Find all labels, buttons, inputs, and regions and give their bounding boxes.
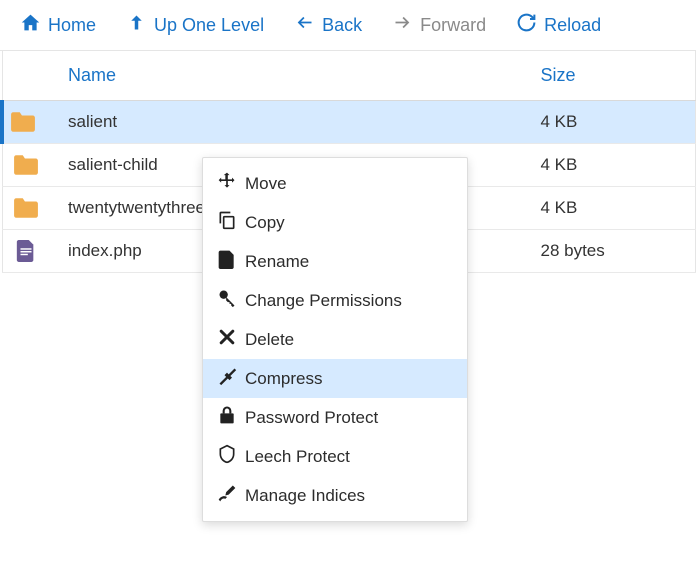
menu-item-copy[interactable]: Copy	[203, 203, 467, 242]
table-row[interactable]: salient4 KB	[2, 101, 696, 144]
file-icon	[2, 230, 58, 273]
menu-item-label: Manage Indices	[245, 486, 365, 506]
menu-item-label: Change Permissions	[245, 291, 402, 311]
folder-icon	[2, 187, 58, 230]
reload-icon	[516, 12, 537, 38]
permissions-icon	[217, 288, 245, 313]
column-header-name[interactable]: Name	[58, 51, 531, 101]
back-button[interactable]: Back	[280, 8, 378, 42]
menu-item-move[interactable]: Move	[203, 164, 467, 203]
forward-arrow-icon	[392, 12, 413, 38]
menu-item-leech[interactable]: Leech Protect	[203, 437, 467, 476]
copy-icon	[217, 210, 245, 235]
menu-item-label: Delete	[245, 330, 294, 350]
menu-item-label: Password Protect	[245, 408, 378, 428]
file-name: salient	[58, 101, 531, 144]
column-header-size[interactable]: Size	[531, 51, 696, 101]
folder-icon	[2, 144, 58, 187]
folder-icon	[2, 101, 58, 144]
compress-icon	[217, 366, 245, 391]
menu-item-indices[interactable]: Manage Indices	[203, 476, 467, 515]
file-size: 4 KB	[531, 144, 696, 187]
move-icon	[217, 171, 245, 196]
menu-item-compress[interactable]: Compress	[203, 359, 467, 398]
toolbar: Home Up One Level Back Forward Reload	[0, 0, 696, 51]
password-icon	[217, 405, 245, 430]
home-button[interactable]: Home	[6, 8, 112, 42]
file-size: 4 KB	[531, 101, 696, 144]
forward-button: Forward	[378, 8, 502, 42]
menu-item-label: Move	[245, 174, 287, 194]
rename-icon	[217, 249, 245, 274]
home-icon	[20, 12, 41, 38]
column-header-icon[interactable]	[2, 51, 58, 101]
file-size: 4 KB	[531, 187, 696, 230]
menu-item-delete[interactable]: Delete	[203, 320, 467, 359]
toolbar-label: Up One Level	[154, 15, 264, 36]
menu-item-rename[interactable]: Rename	[203, 242, 467, 281]
indices-icon	[217, 483, 245, 508]
toolbar-label: Back	[322, 15, 362, 36]
menu-item-permissions[interactable]: Change Permissions	[203, 281, 467, 320]
toolbar-label: Reload	[544, 15, 601, 36]
delete-icon	[217, 327, 245, 352]
menu-item-label: Rename	[245, 252, 309, 272]
menu-item-label: Compress	[245, 369, 322, 389]
back-arrow-icon	[294, 12, 315, 38]
file-size: 28 bytes	[531, 230, 696, 273]
toolbar-label: Home	[48, 15, 96, 36]
menu-item-label: Leech Protect	[245, 447, 350, 467]
reload-button[interactable]: Reload	[502, 8, 617, 42]
menu-item-label: Copy	[245, 213, 285, 233]
context-menu: Move Copy Rename Change Permissions Delete Co…	[202, 157, 468, 522]
toolbar-label: Forward	[420, 15, 486, 36]
menu-item-password[interactable]: Password Protect	[203, 398, 467, 437]
up-arrow-icon	[126, 12, 147, 38]
leech-icon	[217, 444, 245, 469]
up-one-level-button[interactable]: Up One Level	[112, 8, 280, 42]
